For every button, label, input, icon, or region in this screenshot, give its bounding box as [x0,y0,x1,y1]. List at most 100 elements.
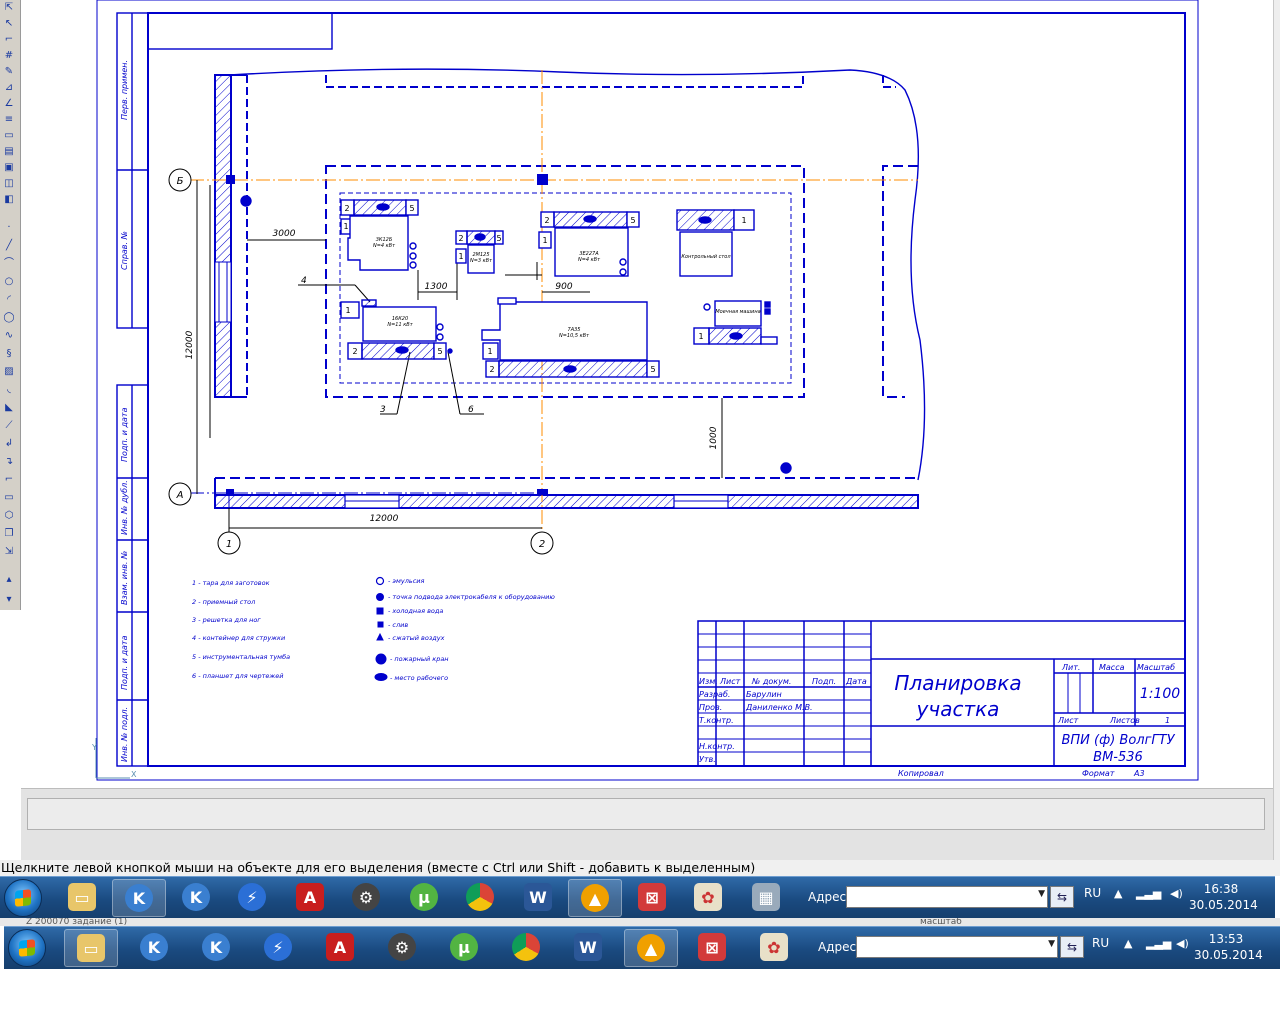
scroll-down-icon[interactable]: ▾ [2,594,16,606]
kompas-icon: K [140,933,168,961]
polyline-tool-icon[interactable]: ⌒ [2,258,16,270]
dimension-tool-icon[interactable]: ⊿ [2,82,16,94]
angle-tool-icon[interactable]: ∠ [2,98,16,110]
taskbar-utorrent[interactable]: µ [398,879,450,915]
leader-label-3: 3 [380,405,386,415]
language-indicator[interactable]: RU [1092,936,1109,950]
measure-tool-icon[interactable]: ≡ [2,114,16,126]
taskbar-kompas-view[interactable]: ⊠ [626,879,678,915]
spec-tool-icon[interactable]: ▣ [2,162,16,174]
machine-label: N=4 кВт [373,243,396,249]
word-icon: W [574,933,602,961]
tray-arrow-icon[interactable]: ▲ [1114,887,1122,900]
taskbar-paint[interactable]: ✿ [748,929,800,965]
arc-tool-icon[interactable]: ◜ [2,294,16,306]
svg-text:2: 2 [489,365,494,374]
network-icon[interactable]: ▂▃▅ [1136,887,1161,900]
report-tool-icon[interactable]: ▤ [2,146,16,158]
vertical-scrollbar[interactable] [1273,0,1280,860]
taskbar-chrome[interactable] [500,929,552,965]
taskbar-steam[interactable]: ⚙ [340,879,392,915]
layers-tool-icon[interactable]: ◧ [2,194,16,206]
pointer-tool-icon[interactable]: ↖ [2,18,16,30]
polygon-tool-icon[interactable]: ⬡ [2,510,16,522]
address-input[interactable]: ▼ [846,886,1048,908]
clock[interactable]: 13:53 30.05.2014 [1194,931,1263,963]
ellipse-tool-icon[interactable]: ◯ [2,312,16,324]
rect-tool-icon[interactable]: ▭ [2,492,16,504]
break-tool-icon[interactable]: ⌐ [2,474,16,486]
point-tool-icon[interactable]: · [2,222,16,234]
machine-3k12b[interactable] [340,199,419,271]
scroll-up-icon[interactable]: ▴ [2,574,16,586]
address-input[interactable]: ▼ [856,936,1058,958]
svg-text:1: 1 [741,216,746,225]
go-button[interactable]: ⇆ [1060,936,1084,958]
tb-lit: Лит. [1061,663,1080,672]
taskbar-app-triangle[interactable]: ▲ [568,879,622,917]
taskbar-autocad[interactable]: A [284,879,336,915]
legend-item: 6 - планшет для чертежей [192,672,284,680]
geometry-tool-icon[interactable]: ⌐ [2,34,16,46]
taskbar-steam[interactable]: ⚙ [376,929,428,965]
hatch-tool-icon[interactable]: ▨ [2,366,16,378]
machine-16k20[interactable] [340,299,453,360]
tb-row-label: Разраб. [699,690,730,699]
start-button[interactable] [8,929,46,967]
line-tool-icon[interactable]: ╱ [2,240,16,252]
taskbar-kompas-2[interactable]: K [190,929,242,965]
grid-tool-icon[interactable]: # [2,50,16,62]
volume-icon[interactable]: ◀) [1176,937,1189,950]
circle-tool-icon[interactable]: ○ [2,276,16,288]
taskbar-explorer[interactable]: ▭ [64,929,118,967]
spline-tool-icon[interactable]: ∿ [2,330,16,342]
copy-tool-icon[interactable]: ❐ [2,528,16,540]
machine-3e227a[interactable] [538,211,640,277]
tb-developer: Барулин [746,690,782,699]
column-marker [226,489,234,495]
taskbar-flash[interactable]: ⚡ [226,879,278,915]
compact-toolbar: ⇱ ↖ ⌐ # ✎ ⊿ ∠ ≡ ▭ ▤ ▣ ◫ ◧ · ╱ ⌒ ○ ◜ ◯ ∿ … [0,0,21,610]
view-tool-icon[interactable]: ▭ [2,130,16,142]
edit-tool-icon[interactable]: ✎ [2,66,16,78]
palette-icon: ✿ [760,933,788,961]
taskbar-kompas-1[interactable]: K [112,879,166,917]
taskbar-kompas-2[interactable]: K [170,879,222,915]
library-tool-icon[interactable]: ◫ [2,178,16,190]
taskbar-explorer[interactable]: ▭ [56,879,108,915]
taskbar-kompas-1[interactable]: K [128,929,180,965]
taskbar-word[interactable]: W [512,879,564,915]
taskbar-app-triangle[interactable]: ▲ [624,929,678,967]
taskbar-word[interactable]: W [562,929,614,965]
network-icon[interactable]: ▂▃▅ [1146,937,1171,950]
offset-tool-icon[interactable]: ⟋ [2,420,16,432]
legend-item: 4 - контейнер для стружки [192,634,285,642]
bezier-tool-icon[interactable]: § [2,348,16,360]
go-button[interactable]: ⇆ [1050,886,1074,908]
taskbar-flash[interactable]: ⚡ [252,929,304,965]
properties-field[interactable] [27,798,1265,830]
clock[interactable]: 16:38 30.05.2014 [1189,881,1258,913]
start-button[interactable] [4,879,42,917]
top-stamp-box [147,12,333,50]
trim-tool-icon[interactable]: ↲ [2,438,16,450]
fillet-tool-icon[interactable]: ◟ [2,384,16,396]
move-tool-icon[interactable]: ⇲ [2,546,16,558]
chamfer-tool-icon[interactable]: ◣ [2,402,16,414]
volume-icon[interactable]: ◀) [1170,887,1183,900]
clock-date: 30.05.2014 [1194,948,1263,962]
select-tool-icon[interactable]: ⇱ [2,2,16,14]
extend-tool-icon[interactable]: ↴ [2,456,16,468]
taskbar-kompas-view[interactable]: ⊠ [686,929,738,965]
steam-icon: ⚙ [388,933,416,961]
taskbar-paint[interactable]: ✿ [682,879,734,915]
taskbar-utorrent[interactable]: µ [438,929,490,965]
taskbar-calculator[interactable]: ▦ [740,879,792,915]
tray-arrow-icon[interactable]: ▲ [1124,937,1132,950]
taskbar-autocad[interactable]: A [314,929,366,965]
taskbar-chrome[interactable] [454,879,506,915]
language-indicator[interactable]: RU [1084,886,1101,900]
drawing-canvas[interactable]: Перв. примен. Справ. № Подп. и дата Инв.… [21,0,1273,788]
washing-machine[interactable] [693,300,778,345]
svg-text:1: 1 [698,332,703,341]
